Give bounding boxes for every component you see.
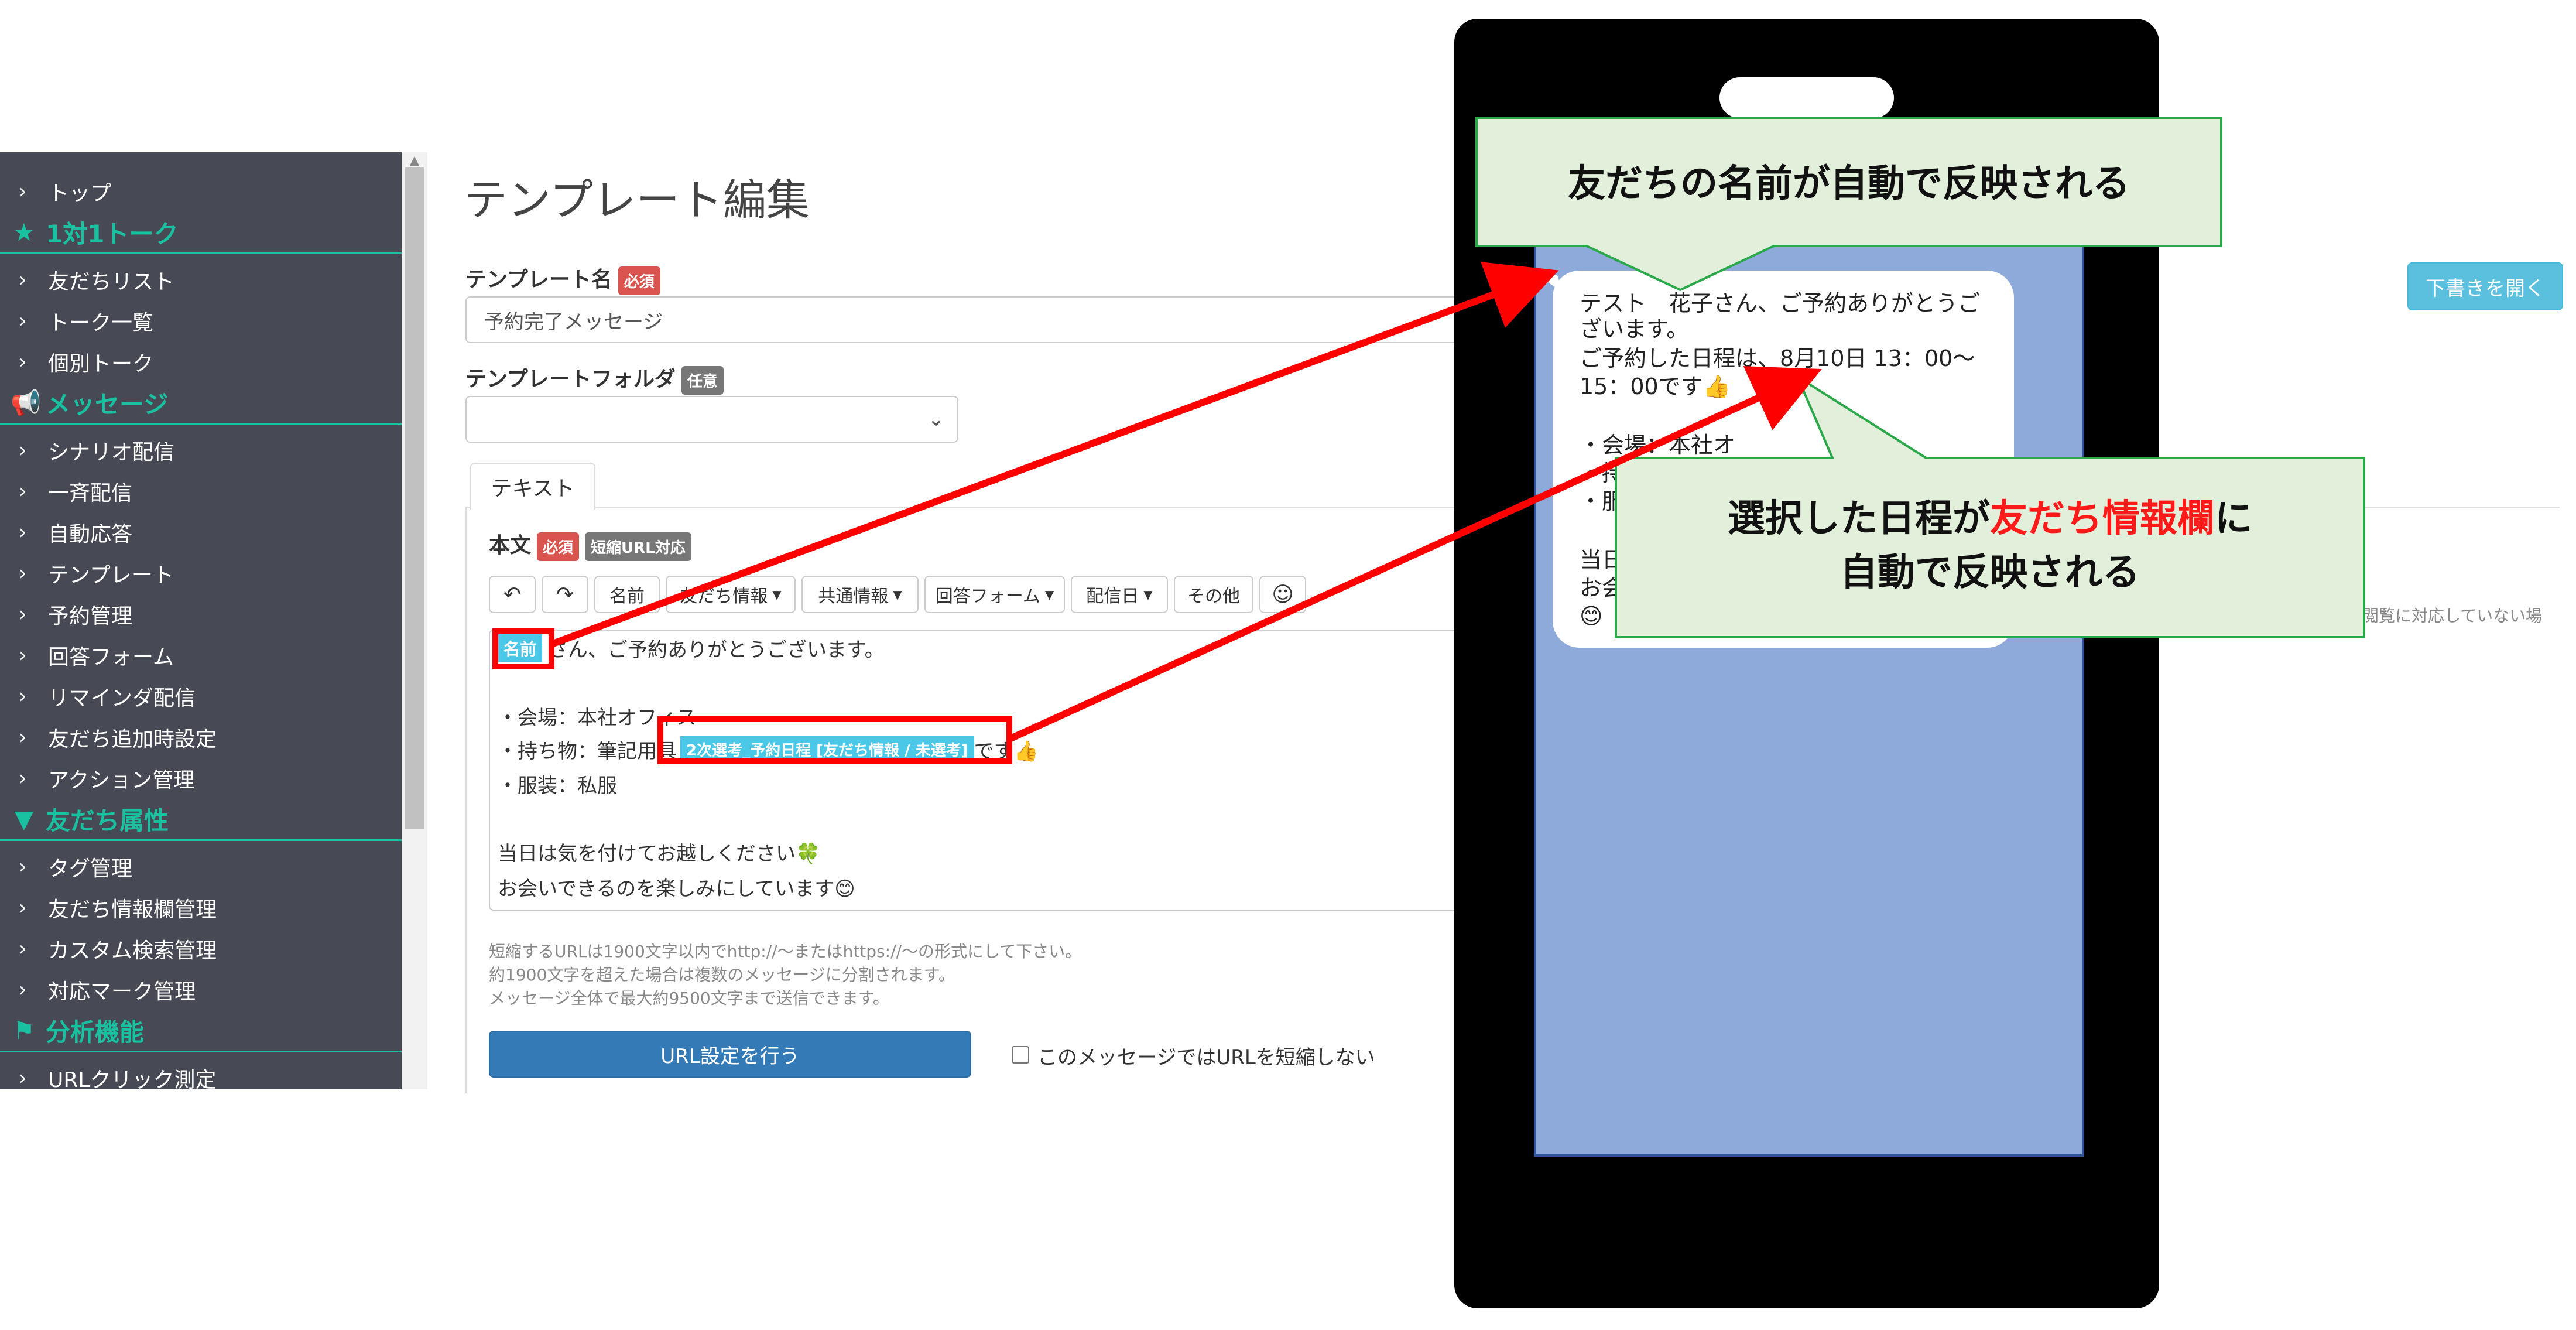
name-tag-highlight bbox=[492, 628, 554, 669]
callout-bottom-line-1: 選択した日程が友だち情報欄に bbox=[1728, 497, 2252, 541]
callout-top-text: 友だちの名前が自動で反映される bbox=[1568, 162, 2130, 206]
date-tag-highlight bbox=[657, 716, 1012, 764]
arrow-to-name bbox=[550, 262, 1559, 648]
callout-bottom-line-2: 自動で反映される bbox=[1840, 551, 2140, 594]
highlight-text: 友だち情報欄 bbox=[1990, 497, 2215, 541]
